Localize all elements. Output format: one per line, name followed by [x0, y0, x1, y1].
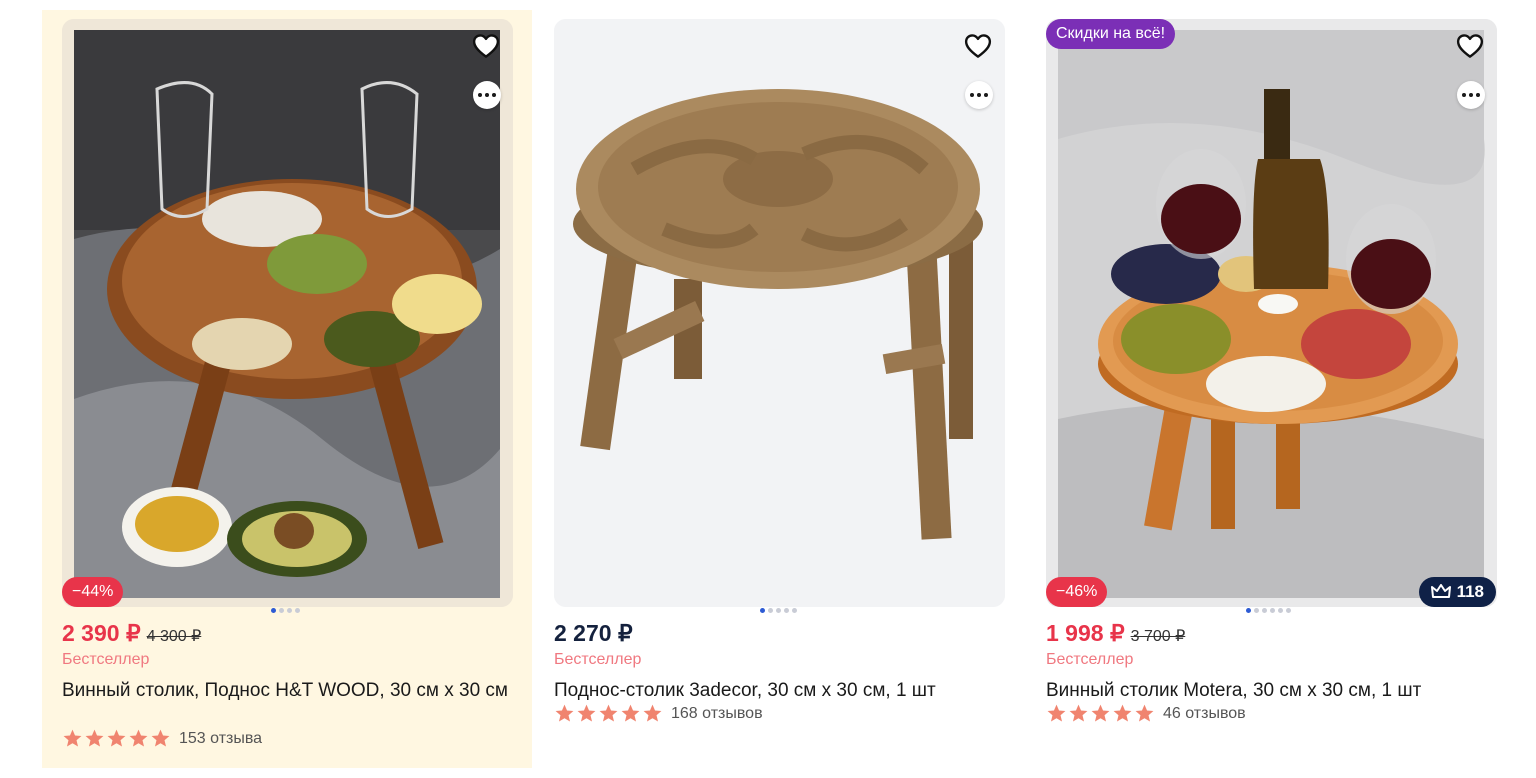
more-icon: [478, 93, 482, 97]
crown-icon: [1430, 584, 1451, 598]
price-row: 1 998 ₽ 3 700 ₽: [1046, 620, 1185, 647]
product-image[interactable]: [554, 19, 1005, 607]
reviews-count[interactable]: 46 отзывов: [1163, 705, 1246, 723]
star-icon: [150, 728, 171, 749]
pagination-dot[interactable]: [784, 608, 789, 613]
more-icon: [1462, 93, 1466, 97]
star-icon: [128, 728, 149, 749]
star-icon: [1090, 703, 1111, 724]
rating-row[interactable]: 46 отзывов: [1046, 703, 1246, 724]
product-card[interactable]: 2 270 ₽ Бестселлер Поднос-столик 3adecor…: [534, 10, 1024, 768]
product-title[interactable]: Поднос-столик 3adecor, 30 см х 30 см, 1 …: [554, 678, 1004, 703]
star-icon: [1068, 703, 1089, 724]
price-row: 2 270 ₽: [554, 620, 633, 647]
image-pagination-dots[interactable]: [271, 608, 300, 613]
image-pagination-dots[interactable]: [760, 608, 797, 613]
product-image[interactable]: [62, 19, 513, 607]
product-image[interactable]: [1046, 19, 1497, 607]
star-icon: [1134, 703, 1155, 724]
product-title[interactable]: Винный столик Motera, 30 см х 30 см, 1 ш…: [1046, 678, 1496, 703]
star-icon: [106, 728, 127, 749]
product-card[interactable]: Скидки на всё! −46% 118 1 998 ₽ 3 700 ₽ …: [1026, 10, 1516, 768]
pagination-dot[interactable]: [295, 608, 300, 613]
more-icon-dot: [1476, 93, 1480, 97]
pagination-dot[interactable]: [1246, 608, 1251, 613]
more-options-button[interactable]: [1457, 81, 1485, 109]
pagination-dot[interactable]: [1262, 608, 1267, 613]
rating-stars: [62, 728, 171, 749]
pagination-dot[interactable]: [1286, 608, 1291, 613]
pagination-dot[interactable]: [776, 608, 781, 613]
pagination-dot[interactable]: [1278, 608, 1283, 613]
more-icon-dot: [485, 93, 489, 97]
star-icon: [84, 728, 105, 749]
star-icon: [576, 703, 597, 724]
rating-stars: [1046, 703, 1155, 724]
rating-row[interactable]: 153 отзыва: [62, 728, 262, 749]
more-icon-dot: [1469, 93, 1473, 97]
favorite-button[interactable]: [963, 31, 993, 61]
old-price: 3 700 ₽: [1130, 628, 1186, 645]
pagination-dot[interactable]: [279, 608, 284, 613]
product-title[interactable]: Винный столик, Поднос H&T WOOD, 30 см х …: [62, 678, 512, 703]
pagination-dot[interactable]: [287, 608, 292, 613]
bestseller-label: Бестселлер: [62, 651, 150, 668]
pagination-dot[interactable]: [1270, 608, 1275, 613]
wine-table-photo: [554, 19, 1005, 607]
more-icon-dot: [984, 93, 988, 97]
wine-table-photo: [62, 19, 513, 607]
more-options-button[interactable]: [473, 81, 501, 109]
pagination-dot[interactable]: [1254, 608, 1259, 613]
star-icon: [1112, 703, 1133, 724]
star-icon: [554, 703, 575, 724]
more-icon: [970, 93, 974, 97]
rating-stars: [554, 703, 663, 724]
current-price: 2 390 ₽: [62, 620, 141, 646]
pagination-dot[interactable]: [271, 608, 276, 613]
current-price: 2 270 ₽: [554, 620, 633, 646]
badge-count: 118: [1456, 582, 1484, 601]
heart-icon: [963, 31, 993, 61]
star-icon: [620, 703, 641, 724]
heart-icon: [1455, 31, 1485, 61]
promo-badge: Скидки на всё!: [1046, 19, 1176, 49]
rating-row[interactable]: 168 отзывов: [554, 703, 763, 724]
heart-icon: [471, 31, 501, 61]
pagination-dot[interactable]: [768, 608, 773, 613]
favorite-button[interactable]: [471, 31, 501, 61]
old-price: 4 300 ₽: [146, 628, 202, 645]
image-pagination-dots[interactable]: [1246, 608, 1291, 613]
price-row: 2 390 ₽ 4 300 ₽: [62, 620, 201, 647]
reviews-count[interactable]: 153 отзыва: [179, 730, 262, 748]
discount-badge: −46%: [1046, 577, 1108, 607]
favorite-button[interactable]: [1455, 31, 1485, 61]
star-icon: [1046, 703, 1067, 724]
pagination-dot[interactable]: [760, 608, 765, 613]
star-icon: [62, 728, 83, 749]
star-icon: [642, 703, 663, 724]
product-card[interactable]: −44% 2 390 ₽ 4 300 ₽ Бестселлер Винный с…: [42, 10, 532, 768]
discount-badge: −44%: [62, 577, 124, 607]
more-icon-dot: [492, 93, 496, 97]
top-rated-badge: 118: [1418, 577, 1496, 607]
more-options-button[interactable]: [965, 81, 993, 109]
reviews-count[interactable]: 168 отзывов: [671, 705, 763, 723]
more-icon-dot: [977, 93, 981, 97]
star-icon: [598, 703, 619, 724]
bestseller-label: Бестселлер: [554, 651, 642, 668]
bestseller-label: Бестселлер: [1046, 651, 1134, 668]
pagination-dot[interactable]: [792, 608, 797, 613]
current-price: 1 998 ₽: [1046, 620, 1125, 646]
wine-table-photo: [1046, 19, 1497, 607]
